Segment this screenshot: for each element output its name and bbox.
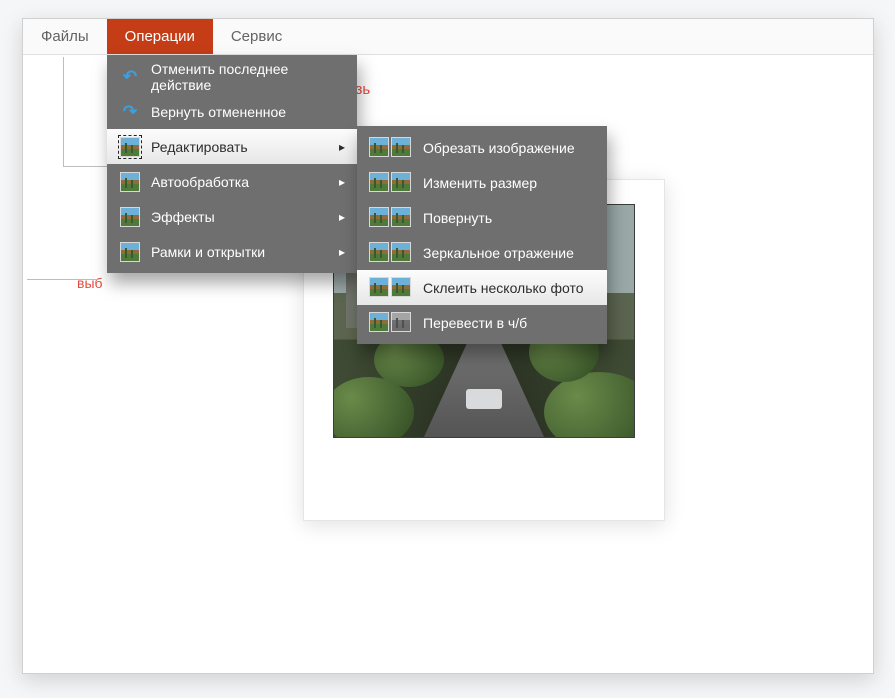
menu-item-label: Эффекты	[151, 209, 215, 225]
edit-submenu: Обрезать изображение Изменить размер Пов…	[357, 126, 607, 344]
bw-icon	[369, 312, 413, 334]
menu-item-label: Обрезать изображение	[423, 140, 575, 156]
stitch-icon	[369, 277, 413, 299]
menu-item-label: Перевести в ч/б	[423, 315, 527, 331]
resize-icon	[369, 172, 413, 194]
menu-item-auto[interactable]: Автообработка ▸	[107, 164, 357, 199]
connector-line-2	[27, 279, 99, 280]
crop-icon	[369, 137, 413, 159]
submenu-item-resize[interactable]: Изменить размер	[357, 165, 607, 200]
edit-icon	[119, 136, 141, 158]
frames-icon	[119, 241, 141, 263]
submenu-item-mirror[interactable]: Зеркальное отражение	[357, 235, 607, 270]
menu-item-effects[interactable]: Эффекты ▸	[107, 199, 357, 234]
submenu-item-bw[interactable]: Перевести в ч/б	[357, 305, 607, 340]
connector-line	[63, 57, 111, 167]
submenu-arrow-icon: ▸	[339, 210, 345, 224]
menu-item-label: Повернуть	[423, 210, 492, 226]
menu-item-label: Отменить последнее действие	[151, 61, 345, 93]
mirror-icon	[369, 242, 413, 264]
redo-icon: ↷	[119, 101, 141, 123]
menu-operations[interactable]: Операции	[107, 19, 213, 54]
submenu-arrow-icon: ▸	[339, 140, 345, 154]
menu-item-label: Изменить размер	[423, 175, 537, 191]
submenu-item-crop[interactable]: Обрезать изображение	[357, 130, 607, 165]
operations-dropdown: ↶ Отменить последнее действие ↷ Вернуть …	[107, 55, 357, 273]
menu-item-label: Склеить несколько фото	[423, 280, 584, 296]
menu-item-label: Автообработка	[151, 174, 249, 190]
app-window: Файлы Операции Сервис обратная связь ред…	[22, 18, 874, 674]
submenu-arrow-icon: ▸	[339, 175, 345, 189]
rotate-icon	[369, 207, 413, 229]
submenu-item-stitch[interactable]: Склеить несколько фото	[357, 270, 607, 305]
menu-item-label: Редактировать	[151, 139, 248, 155]
submenu-arrow-icon: ▸	[339, 245, 345, 259]
menu-item-edit[interactable]: Редактировать ▸	[107, 129, 357, 164]
menu-service[interactable]: Сервис	[213, 19, 300, 54]
menu-item-frames[interactable]: Рамки и открытки ▸	[107, 234, 357, 269]
menubar: Файлы Операции Сервис	[23, 19, 873, 55]
auto-icon	[119, 171, 141, 193]
menu-item-label: Вернуть отмененное	[151, 104, 286, 120]
menu-item-undo[interactable]: ↶ Отменить последнее действие	[107, 59, 357, 94]
submenu-item-rotate[interactable]: Повернуть	[357, 200, 607, 235]
menu-item-label: Рамки и открытки	[151, 244, 265, 260]
menu-item-redo[interactable]: ↷ Вернуть отмененное	[107, 94, 357, 129]
menu-item-label: Зеркальное отражение	[423, 245, 574, 261]
effects-icon	[119, 206, 141, 228]
undo-icon: ↶	[119, 66, 141, 88]
side-label-select: выб	[77, 275, 103, 291]
menu-files[interactable]: Файлы	[23, 19, 107, 54]
